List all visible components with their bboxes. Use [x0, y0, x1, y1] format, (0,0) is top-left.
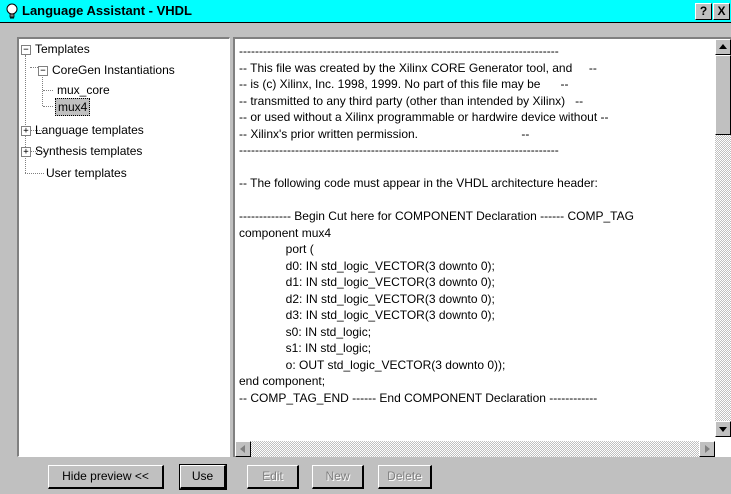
code-line: d1: IN std_logic_VECTOR(3 downto 0);: [239, 275, 495, 289]
expand-synthesis-toggle[interactable]: +: [21, 147, 31, 157]
tree-connector: [25, 173, 44, 174]
title-bar[interactable]: Language Assistant - VHDL ? X: [0, 0, 731, 23]
left-arrow-icon: [240, 445, 245, 453]
code-line: d0: IN std_logic_VECTOR(3 downto 0);: [239, 258, 495, 273]
expand-language-toggle[interactable]: +: [21, 126, 31, 136]
code-line: end component;: [239, 374, 326, 388]
down-arrow-icon: [719, 427, 727, 432]
collapse-templates-toggle[interactable]: −: [21, 45, 31, 55]
up-arrow-icon: [719, 44, 727, 49]
close-button[interactable]: X: [713, 3, 730, 20]
tree-item-mux-core[interactable]: mux_core: [57, 82, 110, 98]
tree-item-templates[interactable]: Templates: [35, 41, 90, 57]
scroll-up-button[interactable]: [715, 39, 731, 55]
window-title: Language Assistant - VHDL: [22, 3, 192, 18]
edit-button[interactable]: Edit: [247, 465, 299, 489]
code-line: -- or used without a Xilinx programmable…: [239, 110, 609, 124]
tree-item-coregen-instantiations[interactable]: CoreGen Instantiations: [52, 62, 175, 78]
tree-connector: [43, 90, 53, 91]
code-line: -- transmitted to any third party (other…: [239, 93, 584, 108]
code-line: port (: [239, 242, 314, 256]
delete-button[interactable]: Delete: [378, 465, 432, 489]
tree-item-mux4[interactable]: mux4: [55, 98, 91, 116]
tree-connector: [43, 106, 53, 107]
code-line: d3: IN std_logic_VECTOR(3 downto 0);: [239, 308, 495, 322]
lightbulb-icon: [6, 3, 18, 19]
preview-pane[interactable]: ----------------------------------------…: [233, 37, 731, 457]
code-line: -- COMP_TAG_END ------ End COMPONENT Dec…: [239, 390, 598, 405]
code-line: d2: IN std_logic_VECTOR(3 downto 0);: [239, 291, 495, 306]
help-button[interactable]: ?: [695, 3, 712, 20]
scroll-right-button[interactable]: [699, 441, 715, 457]
scroll-down-button[interactable]: [715, 421, 731, 437]
horizontal-scrollbar[interactable]: [235, 441, 715, 457]
new-button[interactable]: New: [312, 465, 364, 489]
tree-item-synthesis-templates[interactable]: Synthesis templates: [35, 143, 142, 159]
code-line: ----------------------------------------…: [239, 143, 559, 157]
use-button[interactable]: Use: [179, 464, 227, 490]
code-line: -- The following code must appear in the…: [239, 176, 598, 190]
code-preview: ----------------------------------------…: [239, 43, 717, 406]
vertical-scrollbar[interactable]: [715, 39, 731, 437]
code-line: ------------- Begin Cut here for COMPONE…: [239, 209, 634, 223]
hide-preview-button[interactable]: Hide preview <<: [48, 465, 164, 489]
code-line: o: OUT std_logic_VECTOR(3 downto 0));: [239, 357, 506, 372]
code-line: ----------------------------------------…: [239, 44, 559, 58]
template-tree[interactable]: − Templates − CoreGen Instantiations mux…: [17, 37, 230, 457]
tree-item-language-templates[interactable]: Language templates: [35, 122, 144, 138]
code-line: component mux4: [239, 225, 332, 240]
vertical-scroll-thumb[interactable]: [715, 55, 731, 135]
collapse-coregen-toggle[interactable]: −: [38, 66, 48, 76]
code-line: -- is (c) Xilinx, Inc. 1998, 1999. No pa…: [239, 77, 569, 91]
scroll-left-button[interactable]: [235, 441, 251, 457]
language-assistant-window: Language Assistant - VHDL ? X − Template…: [0, 0, 731, 494]
right-arrow-icon: [705, 445, 710, 453]
code-line: -- Xilinx's prior written permission. --: [239, 126, 530, 141]
code-line: s0: IN std_logic;: [239, 324, 372, 339]
code-line: s1: IN std_logic;: [239, 341, 372, 355]
code-line: -- This file was created by the Xilinx C…: [239, 60, 597, 75]
tree-item-user-templates[interactable]: User templates: [46, 165, 127, 181]
